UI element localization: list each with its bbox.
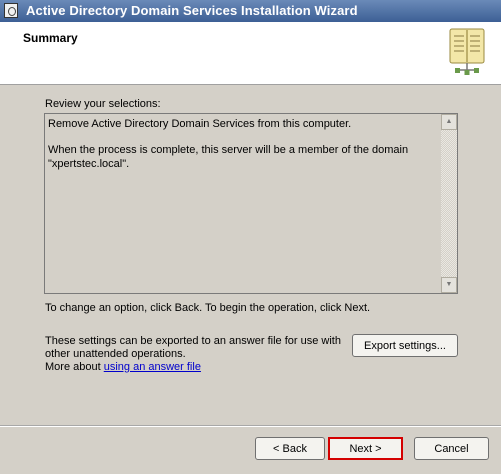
footer-divider-highlight	[0, 426, 501, 427]
export-note-line2: other unattended operations.	[45, 348, 186, 360]
export-settings-button[interactable]: Export settings...	[352, 334, 458, 357]
book-icon	[449, 28, 485, 75]
summary-line: When the process is complete, this serve…	[48, 144, 409, 170]
vertical-scrollbar[interactable]: ▲ ▼	[441, 114, 457, 293]
summary-line: Remove Active Directory Domain Services …	[48, 118, 352, 130]
more-about-text: More about	[45, 361, 101, 373]
back-button[interactable]: < Back	[255, 437, 325, 460]
summary-textbox[interactable]: Remove Active Directory Domain Services …	[44, 113, 458, 294]
title-bar: Active Directory Domain Services Install…	[0, 0, 501, 22]
page-title: Summary	[23, 31, 78, 45]
scroll-down-button[interactable]: ▼	[441, 277, 457, 293]
export-note-line1: These settings can be exported to an ans…	[45, 335, 341, 347]
more-about-line: More about using an answer file	[45, 361, 201, 373]
answer-file-link[interactable]: using an answer file	[104, 361, 201, 373]
wizard-header: Summary	[0, 22, 501, 85]
scroll-up-button[interactable]: ▲	[441, 114, 457, 130]
cancel-button[interactable]: Cancel	[414, 437, 489, 460]
change-instructions: To change an option, click Back. To begi…	[45, 302, 371, 314]
app-icon	[4, 3, 18, 18]
review-label: Review your selections:	[45, 98, 161, 110]
next-button[interactable]: Next >	[328, 437, 403, 460]
window-title: Active Directory Domain Services Install…	[26, 3, 358, 18]
summary-text: Remove Active Directory Domain Services …	[48, 117, 440, 176]
